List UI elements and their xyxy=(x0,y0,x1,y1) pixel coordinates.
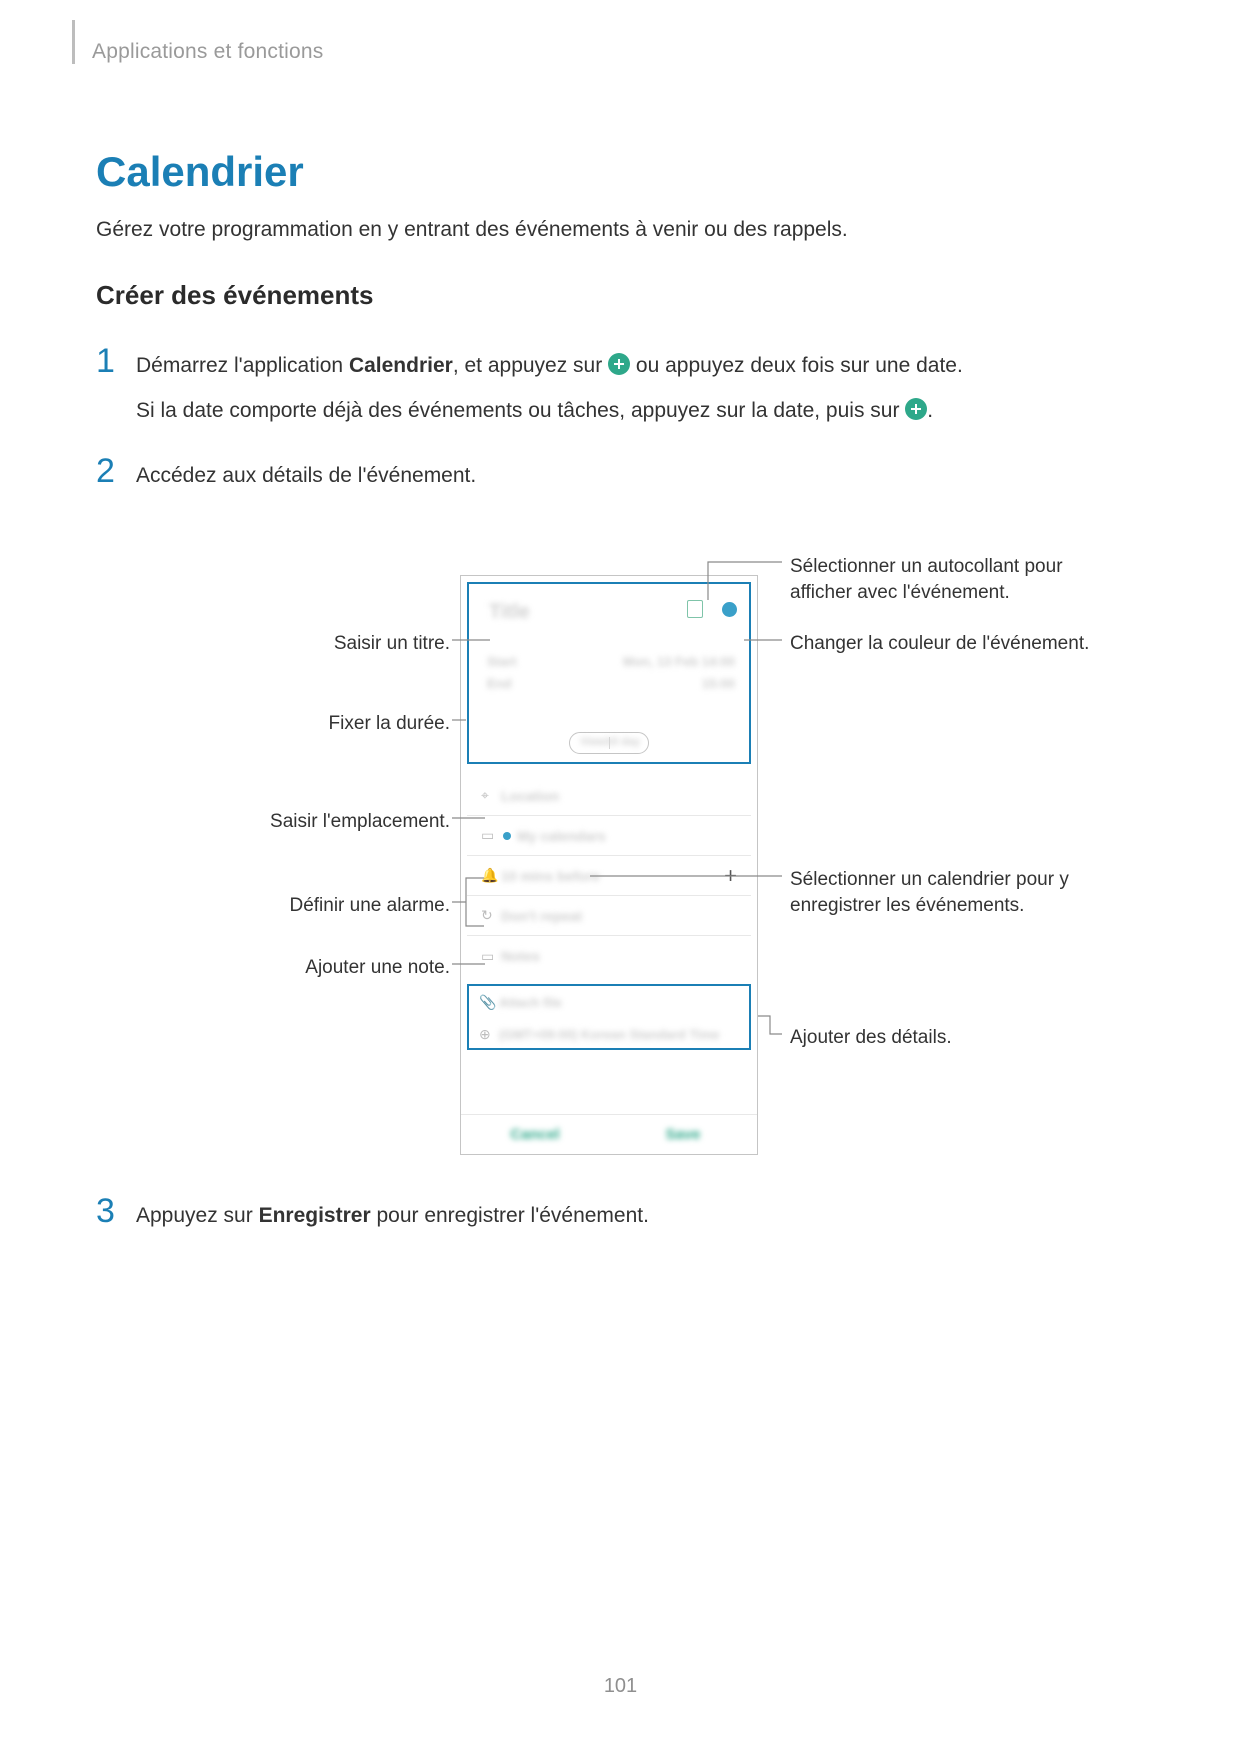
sticker-icon[interactable] xyxy=(687,600,703,618)
event-header-panel: Title Start Mon, 13 Feb 14:00 End 15:00 … xyxy=(467,582,751,764)
notes-label: Notes xyxy=(501,948,540,964)
step-1-post: ou appuyez deux fois sur une date. xyxy=(630,354,963,377)
page-number: 101 xyxy=(0,1675,1241,1698)
cancel-label: Cancel xyxy=(510,1126,559,1143)
add-alarm-icon[interactable]: + xyxy=(724,863,737,889)
section-heading: Créer des événements xyxy=(96,280,373,311)
breadcrumb: Applications et fonctions xyxy=(92,40,323,64)
cancel-button[interactable]: Cancel xyxy=(461,1115,609,1154)
repeat-label: Don't repeat xyxy=(501,908,582,924)
step-3-pre: Appuyez sur xyxy=(136,1204,259,1227)
details-panel: 📎 Attach file ⊕ (GMT+09:00) Korean Stand… xyxy=(467,984,751,1050)
alarm-label: 10 mins before xyxy=(501,868,600,884)
title-field[interactable]: Title xyxy=(489,601,530,624)
step-3-number: 3 xyxy=(96,1192,115,1231)
header-rule xyxy=(72,20,75,64)
phone-mockup: Title Start Mon, 13 Feb 14:00 End 15:00 … xyxy=(460,575,758,1155)
end-time[interactable]: 15:00 xyxy=(702,676,735,691)
start-time[interactable]: Mon, 13 Feb 14:00 xyxy=(623,654,735,669)
bell-icon: 🔔 xyxy=(481,867,501,884)
location-icon: ⌖ xyxy=(481,787,501,804)
step-1-app-name: Calendrier xyxy=(349,354,453,377)
view-allday-toggle[interactable]: View All day xyxy=(569,732,649,754)
repeat-icon: ↻ xyxy=(481,907,501,924)
start-label: Start xyxy=(487,654,517,669)
button-bar: Cancel Save xyxy=(461,1114,757,1154)
callout-location: Saisir l'emplacement. xyxy=(230,809,450,835)
step-1-mid: , et appuyez sur xyxy=(453,354,608,377)
callout-calendar: Sélectionner un calendrier pour y enregi… xyxy=(790,867,1120,918)
step-1-number: 1 xyxy=(96,342,115,381)
end-label: End xyxy=(487,676,512,691)
timezone-row[interactable]: ⊕ (GMT+09:00) Korean Standard Time xyxy=(479,1018,739,1050)
step-3-bold: Enregistrer xyxy=(259,1204,371,1227)
callout-note: Ajouter une note. xyxy=(275,955,450,981)
callout-color: Changer la couleur de l'événement. xyxy=(790,631,1120,657)
timezone-label: (GMT+09:00) Korean Standard Time xyxy=(499,1027,719,1042)
calendar-label: My calendars xyxy=(517,828,606,844)
step-3-text: Appuyez sur Enregistrer pour enregistrer… xyxy=(136,1200,649,1233)
globe-icon: ⊕ xyxy=(479,1026,499,1043)
notes-row[interactable]: ▭ Notes xyxy=(467,936,751,976)
repeat-row[interactable]: ↻ Don't repeat xyxy=(467,896,751,936)
calendar-dot-icon xyxy=(503,832,511,840)
step-2-text: Accédez aux détails de l'événement. xyxy=(136,460,476,493)
calendar-icon: ▭ xyxy=(481,827,501,844)
callout-alarm: Définir une alarme. xyxy=(250,893,450,919)
step-1-pre: Démarrez l'application xyxy=(136,354,349,377)
save-button[interactable]: Save xyxy=(609,1115,757,1154)
allday-label: All day xyxy=(604,736,640,748)
callout-duration: Fixer la durée. xyxy=(315,711,450,737)
title-row: Title xyxy=(469,584,749,640)
step-2-number: 2 xyxy=(96,452,115,491)
callout-details: Ajouter des détails. xyxy=(790,1025,1120,1051)
callout-title: Saisir un titre. xyxy=(315,631,450,657)
save-label: Save xyxy=(665,1126,700,1143)
attach-row[interactable]: 📎 Attach file xyxy=(479,986,739,1018)
page-title: Calendrier xyxy=(96,148,304,196)
note-icon: ▭ xyxy=(481,948,501,965)
step-1-line2b: . xyxy=(927,399,933,422)
step-1-line2a: Si la date comporte déjà des événements … xyxy=(136,399,905,422)
plus-icon xyxy=(608,353,630,375)
view-label: View xyxy=(580,736,605,748)
attach-label: Attach file xyxy=(499,995,562,1010)
step-3-post: pour enregistrer l'événement. xyxy=(371,1204,649,1227)
step-1-text: Démarrez l'application Calendrier, et ap… xyxy=(136,350,1136,427)
alarm-row[interactable]: 🔔 10 mins before + xyxy=(467,856,751,896)
location-row[interactable]: ⌖ Location xyxy=(467,776,751,816)
event-color-icon[interactable] xyxy=(722,602,737,617)
plus-icon xyxy=(905,398,927,420)
intro-text: Gérez votre programmation en y entrant d… xyxy=(96,218,848,242)
callout-sticker: Sélectionner un autocollant pour affiche… xyxy=(790,554,1120,605)
calendar-row[interactable]: ▭ My calendars xyxy=(467,816,751,856)
paperclip-icon: 📎 xyxy=(479,994,499,1011)
location-label: Location xyxy=(501,788,559,804)
